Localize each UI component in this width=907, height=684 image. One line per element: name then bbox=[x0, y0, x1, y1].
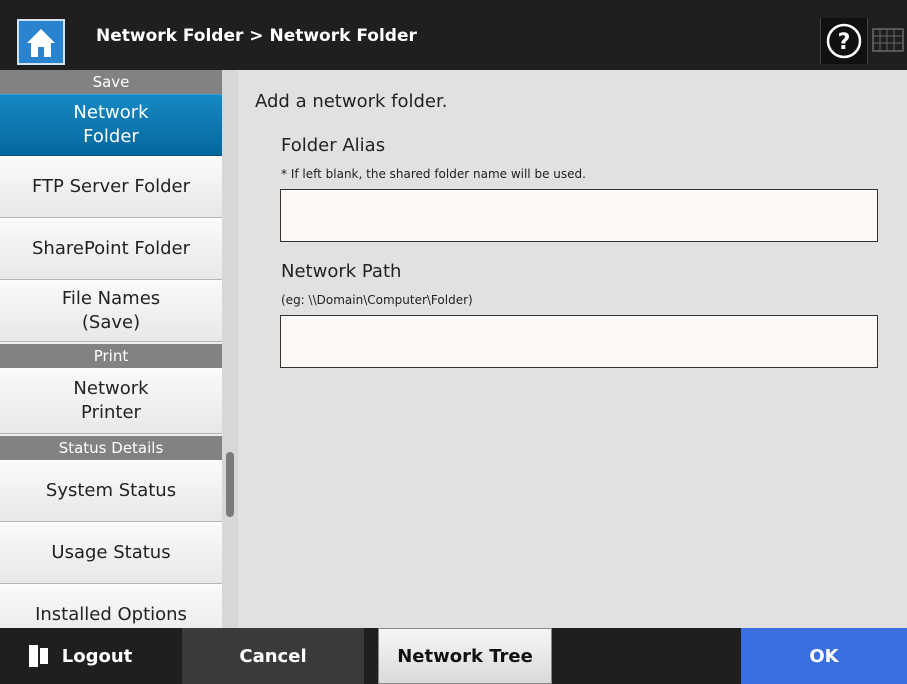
help-button[interactable]: ? bbox=[820, 18, 868, 64]
logout-button[interactable]: Logout bbox=[0, 628, 158, 684]
network-tree-button[interactable]: Network Tree bbox=[378, 628, 552, 684]
folder-alias-label: Folder Alias bbox=[281, 135, 386, 156]
sidebar-item-network-printer[interactable]: Network Printer bbox=[0, 368, 222, 434]
sidebar-item-usage-status[interactable]: Usage Status bbox=[0, 522, 222, 584]
cancel-button[interactable]: Cancel bbox=[182, 628, 364, 684]
ok-button[interactable]: OK bbox=[741, 628, 907, 684]
network-path-hint: (eg: \\Domain\Computer\Folder) bbox=[281, 293, 473, 307]
main-panel: Add a network folder. Folder Alias * If … bbox=[238, 70, 907, 628]
logout-label: Logout bbox=[61, 645, 133, 667]
sidebar-scrollbar-thumb[interactable] bbox=[226, 452, 234, 517]
sidebar-item-sharepoint-folder[interactable]: SharePoint Folder bbox=[0, 218, 222, 280]
breadcrumb: Network Folder > Network Folder bbox=[96, 26, 417, 46]
sidebar-item-ftp-server-folder[interactable]: FTP Server Folder bbox=[0, 156, 222, 218]
sidebar-item-system-status[interactable]: System Status bbox=[0, 460, 222, 522]
home-icon bbox=[27, 29, 55, 57]
sidebar-scrollbar[interactable] bbox=[222, 70, 238, 628]
network-path-field[interactable] bbox=[280, 315, 878, 368]
folder-alias-field[interactable] bbox=[280, 189, 878, 242]
sidebar: Save Network Folder FTP Server Folder Sh… bbox=[0, 70, 222, 628]
sidebar-item-installed-options[interactable]: Installed Options bbox=[0, 584, 222, 628]
keyboard-button[interactable] bbox=[868, 18, 907, 64]
keyboard-icon bbox=[872, 28, 904, 52]
home-button[interactable] bbox=[17, 19, 65, 65]
sidebar-section-status-details: Status Details bbox=[0, 436, 222, 460]
logout-icon bbox=[28, 645, 51, 667]
svg-text:?: ? bbox=[838, 30, 851, 55]
page-heading: Add a network folder. bbox=[255, 91, 448, 112]
folder-alias-hint: * If left blank, the shared folder name … bbox=[281, 167, 586, 181]
network-path-label: Network Path bbox=[281, 261, 402, 282]
header-bar: Network Folder > Network Folder ? bbox=[0, 0, 907, 70]
sidebar-item-file-names-save[interactable]: File Names (Save) bbox=[0, 280, 222, 342]
sidebar-item-network-folder[interactable]: Network Folder bbox=[0, 94, 222, 156]
sidebar-section-save: Save bbox=[0, 70, 222, 94]
sidebar-section-print: Print bbox=[0, 344, 222, 368]
help-icon: ? bbox=[826, 23, 862, 59]
footer-bar: Logout Cancel Network Tree OK bbox=[0, 628, 907, 684]
